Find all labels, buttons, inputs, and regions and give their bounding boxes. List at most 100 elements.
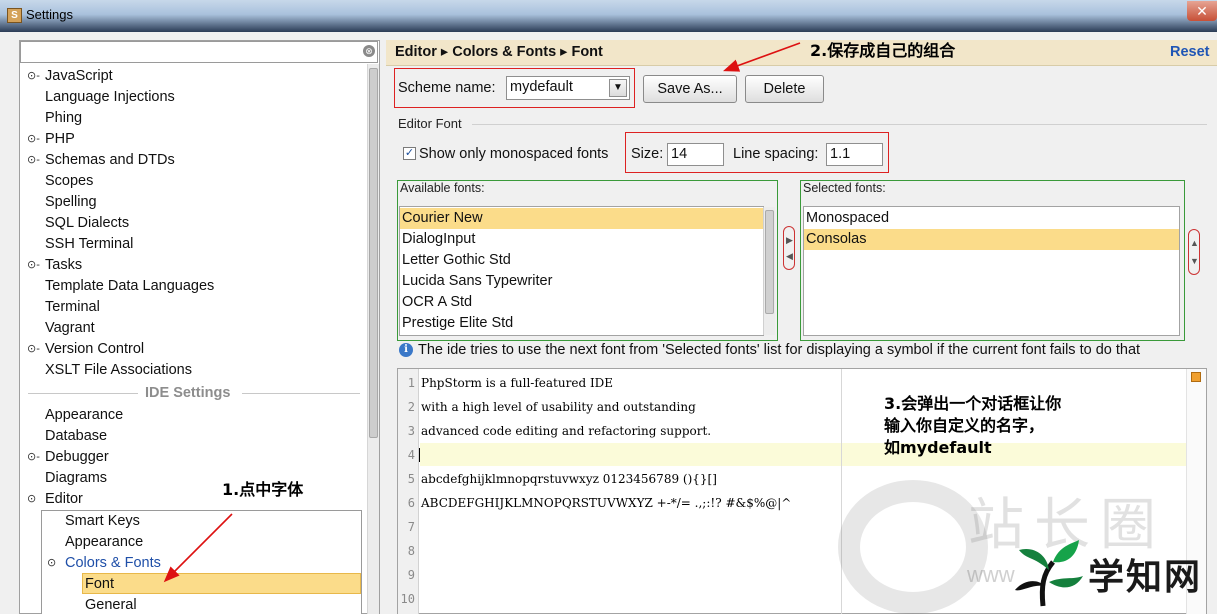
caret-row-highlight: [420, 443, 1186, 466]
scrollbar-thumb[interactable]: [369, 68, 378, 438]
sidebar-item-scopes[interactable]: Scopes: [45, 171, 93, 192]
expand-toggle-icon: [27, 87, 39, 108]
expand-toggle-icon: [27, 360, 39, 381]
font-list-item[interactable]: Prestige Elite Std: [400, 313, 763, 334]
step3-annotation-line2: 输入你自定义的名字，: [884, 416, 1045, 435]
line-number: 4: [407, 448, 415, 462]
sidebar-item-database[interactable]: Database: [45, 426, 107, 447]
sidebar-item-schemas-and-dtds[interactable]: Schemas and DTDs: [45, 150, 175, 171]
sidebar-item-diagrams[interactable]: Diagrams: [45, 468, 107, 489]
ide-settings-label: IDE Settings: [145, 385, 231, 401]
sidebar-item-tasks[interactable]: Tasks: [45, 255, 82, 276]
sidebar-item-colors-fonts[interactable]: Colors & Fonts: [65, 553, 161, 574]
expand-toggle-icon[interactable]: ⊙-: [27, 129, 40, 150]
save-as-button[interactable]: Save As...: [643, 75, 737, 103]
delete-button[interactable]: Delete: [745, 75, 824, 103]
expand-toggle-icon: [27, 468, 39, 489]
sidebar-item-sql-dialects[interactable]: SQL Dialects: [45, 213, 129, 234]
sidebar-item-ssh-terminal[interactable]: SSH Terminal: [45, 234, 133, 255]
step2-annotation: 2.保存成自己的组合: [810, 41, 956, 60]
monospaced-checkbox[interactable]: ✓: [403, 147, 416, 160]
line-number: 10: [400, 592, 415, 606]
move-down-arrow-icon[interactable]: ▼: [1190, 256, 1199, 266]
error-stripe-marker-icon[interactable]: [1191, 372, 1201, 382]
reorder-font-buttons: ▲ ▼: [1188, 229, 1200, 275]
font-list-item[interactable]: Letter Gothic Std: [400, 250, 763, 271]
expand-toggle-icon: [27, 213, 39, 234]
step1-annotation: 1.点中字体: [222, 480, 304, 499]
font-list-item[interactable]: DialogInput: [400, 229, 763, 250]
line-number: 6: [407, 496, 415, 510]
add-font-arrow-icon[interactable]: ▶: [785, 235, 794, 245]
font-list-item[interactable]: Monospaced: [804, 208, 1179, 229]
line-number: 7: [407, 520, 415, 534]
move-up-arrow-icon[interactable]: ▲: [1190, 238, 1199, 248]
clear-search-icon[interactable]: ⊗: [363, 45, 375, 57]
editor-font-section-title: Editor Font: [398, 116, 462, 131]
expand-toggle-icon[interactable]: ⊙-: [27, 150, 40, 171]
expand-toggle-icon[interactable]: ⊙-: [27, 339, 40, 360]
size-highlight-box: [625, 132, 889, 173]
search-input[interactable]: [20, 41, 378, 63]
reset-link[interactable]: Reset: [1170, 44, 1210, 60]
selected-fonts-title: Selected fonts:: [803, 181, 886, 195]
font-fallback-info: The ide tries to use the next font from …: [418, 342, 1141, 358]
available-fonts-scrollbar[interactable]: [763, 207, 775, 335]
expand-toggle-icon[interactable]: ⊙-: [27, 255, 40, 276]
font-list-item[interactable]: OCR A Std: [400, 292, 763, 313]
info-icon: i: [399, 343, 413, 357]
expand-toggle-icon[interactable]: ⊙: [47, 553, 59, 574]
line-number: 9: [407, 568, 415, 582]
sidebar-item-xslt-file-associations[interactable]: XSLT File Associations: [45, 360, 192, 381]
sidebar-item-phing[interactable]: Phing: [45, 108, 82, 129]
sidebar-item-version-control[interactable]: Version Control: [45, 339, 144, 360]
sidebar-item-smart-keys[interactable]: Smart Keys: [65, 511, 140, 532]
preview-code-line: abcdefghijklmnopqrstuvwxyz 0123456789 ()…: [421, 472, 717, 486]
sidebar-item-general[interactable]: General: [85, 595, 137, 614]
line-number: 3: [407, 424, 415, 438]
scrollbar-thumb[interactable]: [765, 210, 774, 314]
preview-code-line: ABCDEFGHIJKLMNOPQRSTUVWXYZ +-*/= .,;:!? …: [421, 496, 792, 510]
sidebar-item-javascript[interactable]: JavaScript: [45, 66, 113, 87]
sidebar-item-debugger[interactable]: Debugger: [45, 447, 109, 468]
preview-code-line: PhpStorm is a full-featured IDE: [421, 376, 614, 390]
sidebar-item-template-data-languages[interactable]: Template Data Languages: [45, 276, 214, 297]
line-number: 8: [407, 544, 415, 558]
ide-settings-separator: IDE Settings: [20, 383, 368, 404]
window-title-bar: S Settings ✕: [0, 0, 1217, 32]
expand-toggle-icon: [27, 426, 39, 447]
sidebar-item-vagrant[interactable]: Vagrant: [45, 318, 95, 339]
sidebar-scrollbar[interactable]: [367, 64, 379, 614]
remove-font-arrow-icon[interactable]: ◀: [785, 251, 794, 261]
text-caret: [419, 448, 420, 462]
sidebar-item-appearance[interactable]: Appearance: [65, 532, 143, 553]
sidebar-item-spelling[interactable]: Spelling: [45, 192, 97, 213]
line-number: 2: [407, 400, 415, 414]
scheme-highlight-box: [394, 68, 635, 108]
move-font-buttons: ▶ ◀: [783, 226, 795, 270]
preview-code-line: advanced code editing and refactoring su…: [421, 424, 712, 438]
expand-toggle-icon: [27, 192, 39, 213]
expand-toggle-icon[interactable]: ⊙-: [27, 447, 40, 468]
expand-toggle-icon[interactable]: ⊙: [27, 489, 39, 510]
window-title: Settings: [26, 7, 73, 22]
watermark-logo-icon: [838, 480, 988, 614]
font-list-item[interactable]: Courier New: [400, 208, 763, 229]
expand-toggle-icon: [27, 297, 39, 318]
close-icon[interactable]: ✕: [1187, 1, 1217, 21]
brand-name: 学知网: [1088, 557, 1203, 598]
available-fonts-list[interactable]: Courier New DialogInput Letter Gothic Std L…: [399, 206, 764, 336]
sidebar-item-terminal[interactable]: Terminal: [45, 297, 100, 318]
sidebar-item-language-injections[interactable]: Language Injections: [45, 87, 175, 108]
sidebar-item-php[interactable]: PHP: [45, 129, 75, 150]
font-list-item[interactable]: Consolas: [804, 229, 1179, 250]
sidebar-item-appearance[interactable]: Appearance: [45, 405, 123, 426]
sidebar-item-editor[interactable]: Editor: [45, 489, 83, 510]
font-list-item[interactable]: Lucida Sans Typewriter: [400, 271, 763, 292]
breadcrumb: Editor ▸ Colors & Fonts ▸ Font: [395, 44, 603, 60]
section-divider: [472, 124, 1207, 125]
sidebar-item-font[interactable]: Font: [85, 574, 114, 595]
selected-fonts-list[interactable]: Monospaced Consolas: [803, 206, 1180, 336]
expand-toggle-icon[interactable]: ⊙-: [27, 66, 40, 87]
watermark-www: www: [967, 562, 1015, 587]
